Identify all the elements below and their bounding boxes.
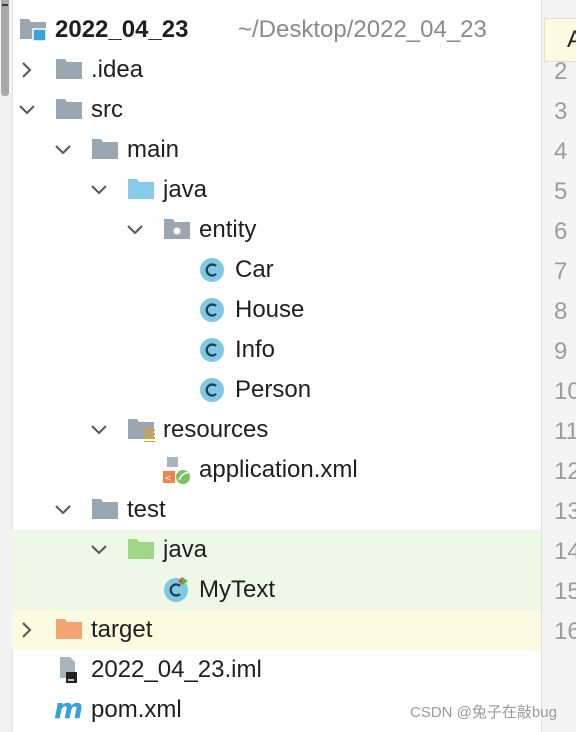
tree-node-label: MyText [199,576,276,603]
module-folder-icon [18,10,50,50]
tree-node-label: target [91,616,153,643]
class-icon [198,290,230,330]
line-number: 2 [554,58,568,85]
tree-node-label: main [127,136,180,163]
folder-icon [90,490,122,530]
tree-node-2022-04-23-iml[interactable]: 2022_04_23.iml [12,650,541,690]
chevron-down-icon[interactable] [18,90,38,130]
project-path: ~/Desktop/2022_04_23 [238,16,487,43]
tree-node-main[interactable]: main [12,130,541,170]
package-icon [162,210,194,250]
line-number: 8 [554,298,568,325]
folder-icon [54,50,86,90]
tree-node-label: House [235,296,305,323]
tab-marker [2,4,8,6]
chevron-down-icon[interactable] [90,410,110,450]
tree-node-label: .idea [91,56,144,83]
chevron-right-icon[interactable] [18,50,38,90]
tree-node-java[interactable]: java [12,170,541,210]
line-number: 9 [554,338,568,365]
line-number: 6 [554,218,568,245]
tree-node-entity[interactable]: entity [12,210,541,250]
svg-text:<: < [165,473,171,484]
tree-node-src[interactable]: src [12,90,541,130]
tree-node-resources[interactable]: resources [12,410,541,450]
line-number: 7 [554,258,568,285]
tree-node-mytext[interactable]: MyText [12,570,541,610]
chevron-down-icon[interactable] [54,490,74,530]
iml-file-icon [54,650,86,690]
tree-node-info[interactable]: Info [12,330,541,370]
class-icon [198,330,230,370]
resources-folder-icon [126,410,158,450]
line-number: 12 [554,458,576,485]
line-number: 15 [554,578,576,605]
line-number: 16 [554,618,576,645]
line-number: 11 [554,418,576,445]
folder-icon [54,90,86,130]
tree-node-label: 2022_04_23 [55,16,189,43]
line-number: 3 [554,98,568,125]
tree-node-car[interactable]: Car [12,250,541,290]
editor-gutter: A 2 3 4 5 6 7 8 9 10 11 12 13 14 15 16 [541,0,576,732]
tree-node-label: java [163,536,208,563]
tree-node-label: resources [163,416,269,443]
editor-tab-letter: A [567,26,576,53]
tree-node-label: Info [235,336,276,363]
tree-node-idea[interactable]: .idea [12,50,541,90]
tree-node-test[interactable]: test [12,490,541,530]
folder-icon [90,130,122,170]
tree-node-label: test [127,496,166,523]
tree-node-person[interactable]: Person [12,370,541,410]
tree-node-label: pom.xml [91,696,182,723]
tree-node-label: Person [235,376,312,403]
tree-node-label: Car [235,256,274,283]
class-icon [198,370,230,410]
tree-node-2022-04-23[interactable]: 2022_04_23 ~/Desktop/2022_04_23 [12,10,541,50]
tree-node-target[interactable]: target [12,610,541,650]
svg-text:m: m [54,696,83,724]
test-class-icon [162,570,194,610]
tree-node-label: entity [199,216,257,243]
chevron-down-icon[interactable] [54,130,74,170]
maven-icon: m [54,690,86,730]
tool-window-tab[interactable] [1,0,9,96]
tree-node-java[interactable]: java [12,530,541,570]
tree-node-label: application.xml [199,456,358,483]
tree-node-house[interactable]: House [12,290,541,330]
chevron-down-icon[interactable] [90,530,110,570]
chevron-down-icon[interactable] [126,210,146,250]
class-icon [198,250,230,290]
watermark: CSDN @兔子在敲bug [410,704,557,721]
spring-xml-icon: < [162,450,194,490]
chevron-right-icon[interactable] [18,610,38,650]
test-root-folder-icon [126,530,158,570]
line-number: 13 [554,498,576,525]
excluded-folder-icon [54,610,86,650]
project-tree[interactable]: 2022_04_23 ~/Desktop/2022_04_23 .idea src ma… [12,10,541,730]
line-number: 14 [554,538,576,565]
tree-node-label: src [91,96,123,123]
tree-node-label: 2022_04_23.iml [91,656,262,683]
chevron-down-icon[interactable] [90,170,110,210]
tree-node-application-xml[interactable]: < application.xml [12,450,541,490]
line-number: 10 [554,378,576,405]
source-root-folder-icon [126,170,158,210]
tree-node-label: java [163,176,208,203]
line-number: 4 [554,138,568,165]
line-number: 5 [554,178,568,205]
